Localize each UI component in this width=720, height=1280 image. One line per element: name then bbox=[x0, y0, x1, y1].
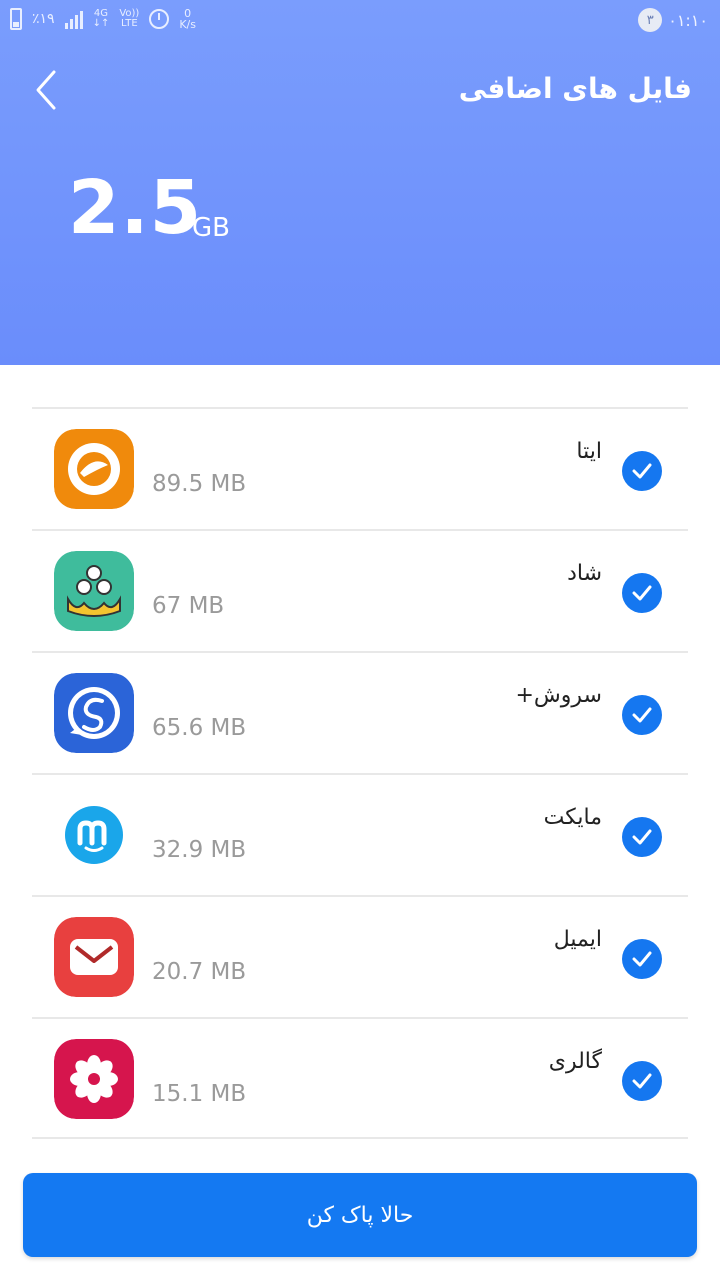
checkbox[interactable] bbox=[622, 817, 662, 857]
network-type: 4G ↓↑ bbox=[92, 8, 110, 29]
app-name: ایتا bbox=[576, 439, 602, 464]
network-speed: 0 K/s bbox=[179, 7, 196, 31]
app-size: 67 MB bbox=[152, 593, 225, 619]
chevron-left-icon bbox=[36, 70, 56, 110]
checkbox[interactable] bbox=[622, 451, 662, 491]
app-size: 65.6 MB bbox=[152, 715, 247, 741]
list-item[interactable]: 20.7 MB ایمیل bbox=[32, 895, 688, 1017]
checkbox[interactable] bbox=[622, 939, 662, 979]
clean-now-button[interactable]: حالا پاک کن bbox=[23, 1173, 697, 1257]
list-item[interactable]: 67 MB شاد bbox=[32, 529, 688, 651]
eitaa-icon bbox=[54, 429, 134, 509]
app-name: ایمیل bbox=[553, 927, 602, 952]
app-size: 15.1 MB bbox=[152, 1081, 247, 1107]
header: ٪۱۹ 4G ↓↑ Vo)) LTE 0 K/s ۳ ۰۱:۱۰ فایل ها… bbox=[0, 0, 720, 365]
list-item[interactable]: 89.5 MB ایتا bbox=[32, 407, 688, 529]
alarm-icon bbox=[149, 9, 170, 29]
check-icon bbox=[632, 1073, 652, 1089]
check-icon bbox=[632, 585, 652, 601]
checkbox[interactable] bbox=[622, 1061, 662, 1101]
check-icon bbox=[632, 463, 652, 479]
myket-icon bbox=[54, 795, 134, 875]
notification-badge: ۳ bbox=[638, 8, 663, 32]
back-button[interactable] bbox=[30, 68, 66, 112]
app-name: مایکت bbox=[543, 805, 602, 830]
clock: ۰۱:۱۰ bbox=[668, 10, 708, 30]
battery-level: ٪۱۹ bbox=[32, 11, 55, 27]
status-bar: ٪۱۹ 4G ↓↑ Vo)) LTE 0 K/s ۳ ۰۱:۱۰ bbox=[0, 0, 720, 44]
app-name: شاد bbox=[567, 561, 602, 586]
junk-size-unit: GB bbox=[192, 213, 230, 243]
checkbox[interactable] bbox=[622, 695, 662, 735]
app-name: گالری bbox=[548, 1049, 602, 1074]
shad-icon bbox=[54, 551, 134, 631]
app-list: 89.5 MB ایتا 67 MB شاد 65.6 MB سروش+ 32.… bbox=[32, 407, 688, 1139]
battery-icon bbox=[10, 8, 22, 30]
signal-icon bbox=[64, 9, 83, 29]
checkbox[interactable] bbox=[622, 573, 662, 613]
app-size: 20.7 MB bbox=[152, 959, 247, 985]
volte-indicator: Vo)) LTE bbox=[119, 8, 140, 29]
junk-size-value: 2.5 bbox=[68, 165, 203, 251]
soroush-icon bbox=[54, 673, 134, 753]
check-icon bbox=[632, 951, 652, 967]
list-item[interactable]: 65.6 MB سروش+ bbox=[32, 651, 688, 773]
page-title: فایل های اضافی bbox=[458, 72, 692, 105]
check-icon bbox=[632, 707, 652, 723]
list-item[interactable]: 32.9 MB مایکت bbox=[32, 773, 688, 895]
email-icon bbox=[54, 917, 134, 997]
app-name: سروش+ bbox=[515, 683, 603, 708]
app-size: 32.9 MB bbox=[152, 837, 247, 863]
app-size: 89.5 MB bbox=[152, 471, 247, 497]
check-icon bbox=[632, 829, 652, 845]
gallery-icon bbox=[54, 1039, 134, 1119]
list-item[interactable]: 15.1 MB گالری bbox=[32, 1017, 688, 1139]
